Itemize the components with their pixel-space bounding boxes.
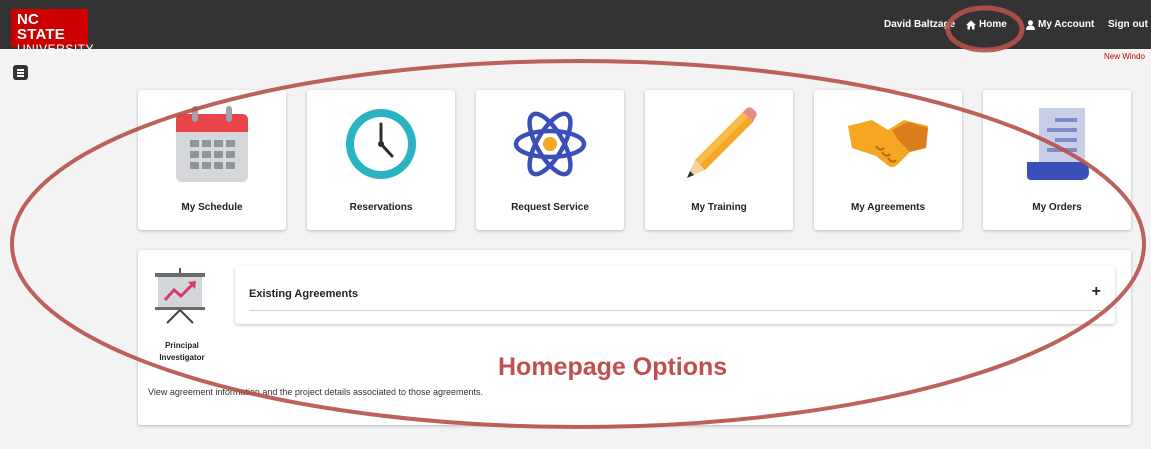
- pencil-icon: [687, 107, 757, 178]
- tile-label: My Schedule: [181, 202, 243, 213]
- role-line1: Principal: [165, 341, 199, 350]
- tile-reservations[interactable]: Reservations: [307, 90, 455, 230]
- existing-agreements-accordion[interactable]: Existing Agreements +: [235, 266, 1115, 324]
- my-account-link[interactable]: My Account: [1026, 0, 1094, 49]
- handshake-icon: [848, 120, 928, 167]
- user-name-link[interactable]: David Baltzage: [884, 0, 955, 49]
- clock-icon: [346, 109, 416, 179]
- document-icon: [1027, 108, 1089, 180]
- menu-icon[interactable]: [13, 65, 28, 80]
- expand-icon[interactable]: +: [1092, 283, 1101, 301]
- sign-out-link[interactable]: Sign out: [1108, 0, 1148, 49]
- tile-label: My Agreements: [850, 202, 926, 213]
- sign-out-label: Sign out: [1108, 19, 1148, 30]
- nc-state-logo[interactable]: NC STATE UNIVERSITY: [11, 9, 94, 55]
- home-link[interactable]: Home: [966, 0, 1007, 49]
- user-name: David Baltzage: [884, 19, 956, 30]
- logo-line2: UNIVERSITY: [17, 42, 95, 56]
- tile-label: My Training: [691, 202, 747, 213]
- presentation-chart-icon: [155, 268, 205, 324]
- homepage-options-annotation: Homepage Options: [498, 353, 728, 381]
- agreements-description: View agreement information and the proje…: [148, 387, 484, 397]
- divider: [249, 310, 1101, 311]
- atom-icon: [513, 111, 587, 177]
- user-icon: [1026, 19, 1035, 30]
- calendar-icon: [176, 106, 248, 182]
- tile-label: Request Service: [511, 202, 589, 213]
- top-navigation-bar: NC STATE UNIVERSITY David Baltzage Home …: [0, 0, 1151, 55]
- agreements-panel: Principal Investigator Existing Agreemen…: [138, 250, 1131, 425]
- home-icon: [966, 20, 976, 29]
- logo-line1: NC STATE: [17, 11, 65, 43]
- my-account-label: My Account: [1038, 19, 1095, 30]
- accordion-title: Existing Agreements: [249, 288, 359, 300]
- home-label: Home: [979, 19, 1007, 30]
- tile-my-orders[interactable]: My Orders: [983, 90, 1131, 230]
- tile-label: My Orders: [1032, 202, 1082, 213]
- new-window-link[interactable]: New Windo: [1104, 52, 1145, 61]
- tile-my-training[interactable]: My Training: [645, 90, 793, 230]
- principal-investigator-label: Principal Investigator: [152, 340, 212, 363]
- role-line2: Investigator: [159, 352, 205, 362]
- tile-label: Reservations: [349, 202, 413, 213]
- tile-request-service[interactable]: Request Service: [476, 90, 624, 230]
- tile-my-schedule[interactable]: My Schedule: [138, 90, 286, 230]
- tile-my-agreements[interactable]: My Agreements: [814, 90, 962, 230]
